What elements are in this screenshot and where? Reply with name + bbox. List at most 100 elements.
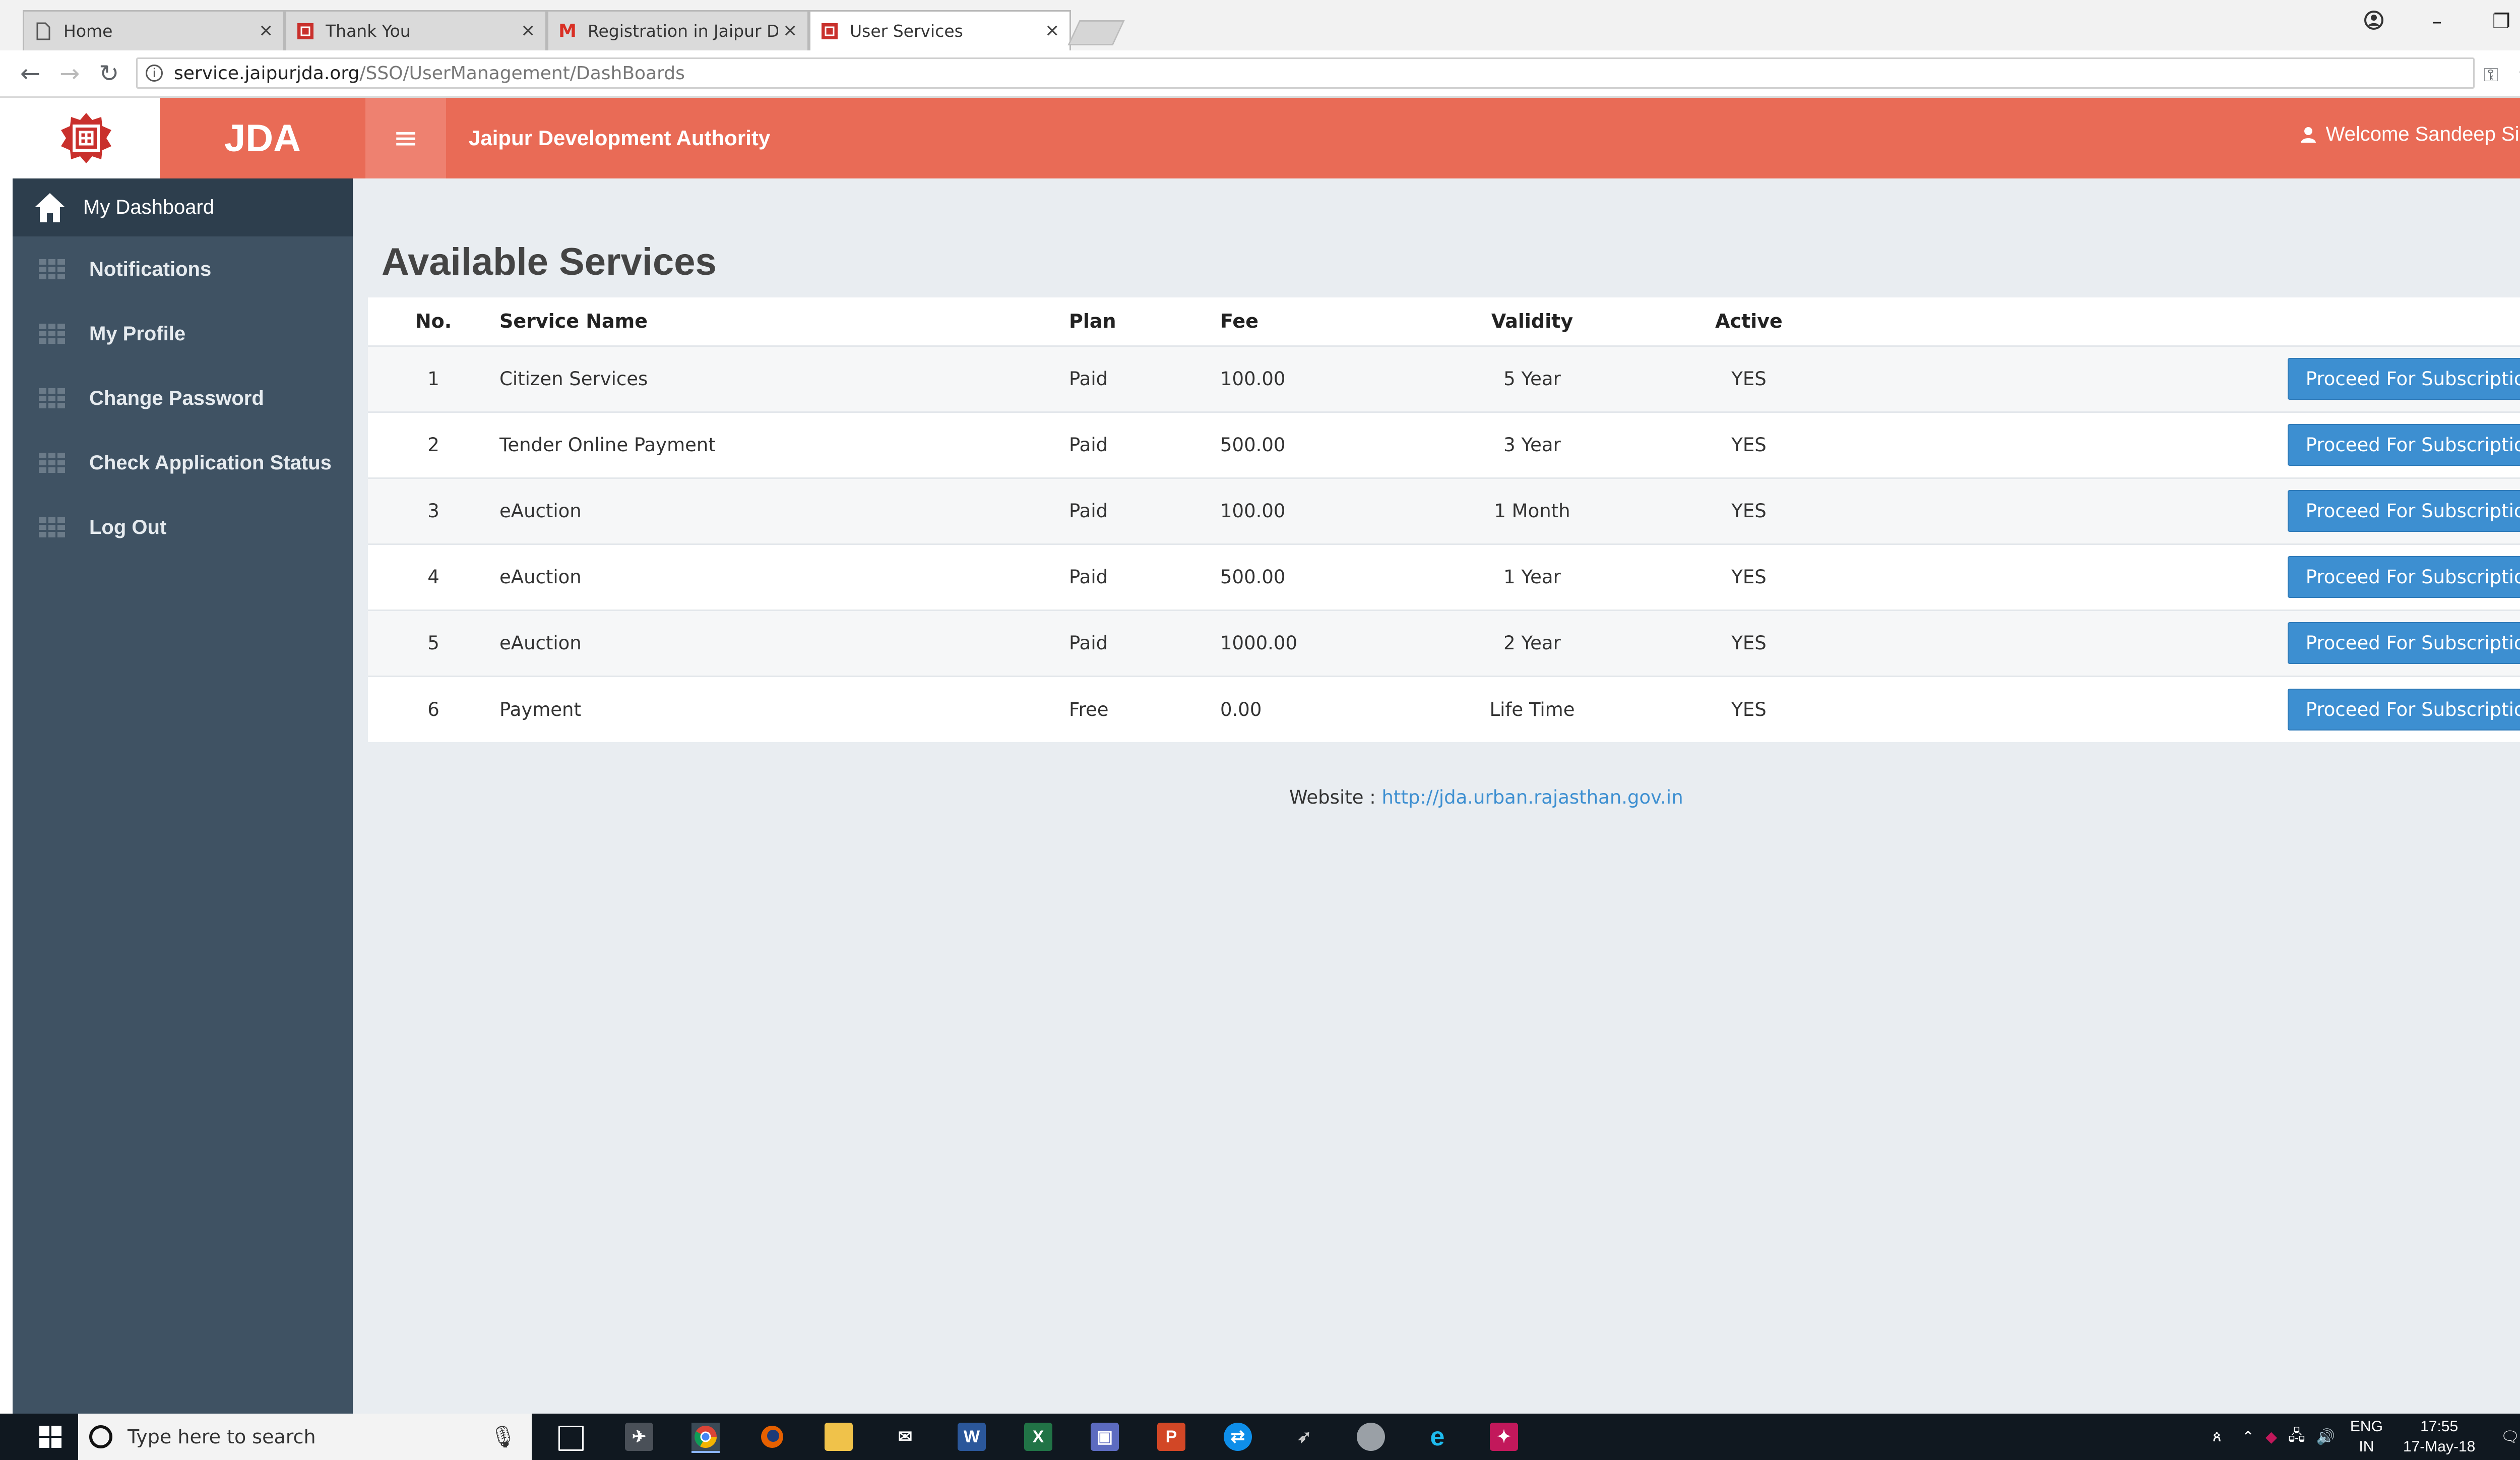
internet-explorer-icon[interactable]: e: [1423, 1422, 1452, 1451]
new-tab-button[interactable]: [1067, 20, 1125, 45]
sidebar-item-my-dashboard[interactable]: My Dashboard: [13, 178, 353, 236]
tab-home[interactable]: Home ✕: [23, 10, 285, 50]
key-icon[interactable]: ⚿: [2484, 64, 2498, 86]
table-header-row: No. Service Name Plan Fee Validity Activ…: [368, 297, 2520, 346]
proceed-for-subscription-button[interactable]: Proceed For Subscription: [2287, 622, 2520, 664]
close-tab-icon[interactable]: ✕: [1045, 21, 1060, 41]
people-icon[interactable]: ጰ: [2213, 1428, 2222, 1445]
firefox-icon[interactable]: [758, 1423, 786, 1451]
app-icon-4[interactable]: ✦: [1490, 1423, 1518, 1451]
hamburger-icon: ≡: [393, 120, 419, 156]
mail-icon[interactable]: ✉: [891, 1423, 919, 1451]
welcome-text: Welcome Sandeep Singh: [2325, 123, 2520, 145]
sidebar-item-label: Change Password: [89, 387, 264, 409]
tab-title: Registration in Jaipur De: [588, 21, 778, 41]
site-info-icon[interactable]: i: [146, 65, 163, 82]
grid-icon: [39, 517, 65, 537]
file-explorer-icon[interactable]: [825, 1423, 853, 1451]
tab-user-services[interactable]: User Services ✕: [809, 10, 1071, 50]
proceed-for-subscription-button[interactable]: Proceed For Subscription: [2287, 688, 2520, 731]
cell-fee: 100.00: [1220, 500, 1286, 522]
hamburger-menu-button[interactable]: ≡: [365, 98, 446, 178]
powerpoint-icon[interactable]: P: [1157, 1423, 1185, 1451]
sidebar-item-label: My Dashboard: [83, 196, 215, 218]
back-icon[interactable]: ←: [20, 59, 40, 88]
cell-service-name: Citizen Services: [499, 368, 648, 390]
sidebar-item-notifications[interactable]: Notifications: [13, 244, 353, 294]
services-table: No. Service Name Plan Fee Validity Activ…: [368, 297, 2520, 742]
sidebar: My Dashboard Notifications My Profile Ch…: [13, 178, 353, 1414]
sidebar-item-log-out[interactable]: Log Out: [13, 502, 353, 553]
forward-icon[interactable]: →: [59, 59, 80, 88]
url-host: service.jaipurjda.org: [174, 63, 360, 84]
chrome-icon[interactable]: [691, 1423, 720, 1453]
region: IN: [2359, 1438, 2374, 1455]
word-icon[interactable]: W: [958, 1423, 986, 1451]
task-view-icon[interactable]: [558, 1426, 584, 1451]
app-icon-2[interactable]: ➶: [1290, 1423, 1318, 1451]
notifications-icon[interactable]: 🗨: [2500, 1428, 2519, 1446]
tab-title: User Services: [850, 21, 963, 41]
proceed-for-subscription-button[interactable]: Proceed For Subscription: [2287, 358, 2520, 400]
column-header: Plan: [1069, 310, 1116, 333]
table-row: 6 Payment Free 0.00 Life Time YES Procee…: [368, 676, 2520, 742]
reload-icon[interactable]: ↻: [99, 59, 119, 88]
cell-service-name: Tender Online Payment: [499, 434, 716, 456]
cell-validity: 3 Year: [1503, 434, 1561, 456]
jda-logo[interactable]: [13, 98, 160, 178]
app-icon-1[interactable]: ✈: [625, 1423, 653, 1451]
tray-app-icon[interactable]: ◆: [2265, 1428, 2277, 1446]
proceed-for-subscription-button[interactable]: Proceed For Subscription: [2287, 490, 2520, 532]
excel-icon[interactable]: X: [1024, 1423, 1052, 1451]
network-icon[interactable]: 🖧: [2288, 1424, 2305, 1450]
profile-icon[interactable]: [2364, 10, 2384, 35]
user-menu[interactable]: Welcome Sandeep Singh ▼: [2300, 123, 2520, 146]
sidebar-item-check-application-status[interactable]: Check Application Status: [13, 438, 353, 488]
cell-no: 3: [427, 500, 439, 522]
language-indicator[interactable]: ENG IN: [2350, 1417, 2383, 1457]
cell-validity: 2 Year: [1503, 632, 1561, 654]
jda-logo-icon: [61, 113, 111, 163]
proceed-for-subscription-button[interactable]: Proceed For Subscription: [2287, 556, 2520, 598]
start-button[interactable]: [13, 1414, 88, 1460]
address-bar-row: ← → ↻ i service.jaipurjda.org/SSO/UserMa…: [0, 50, 2520, 98]
teamviewer-icon[interactable]: ⇄: [1224, 1423, 1252, 1451]
column-header: Fee: [1220, 310, 1258, 333]
minimize-icon[interactable]: –: [2432, 10, 2442, 33]
gmail-icon: M: [558, 21, 577, 41]
page-icon: [34, 22, 52, 40]
chevron-up-icon[interactable]: ⌃: [2242, 1428, 2254, 1446]
save-icon[interactable]: ▣: [1091, 1423, 1119, 1451]
sidebar-item-change-password[interactable]: Change Password: [13, 373, 353, 423]
clock[interactable]: 17:55 17-May-18: [2403, 1417, 2475, 1457]
microphone-icon[interactable]: 🎙: [490, 1424, 517, 1449]
proceed-for-subscription-button[interactable]: Proceed For Subscription: [2287, 424, 2520, 466]
url-field[interactable]: i service.jaipurjda.org/SSO/UserManageme…: [136, 57, 2475, 89]
cell-action: Proceed For Subscription: [1865, 610, 2520, 676]
cell-validity: Life Time: [1489, 698, 1575, 720]
tab-thank-you[interactable]: Thank You ✕: [285, 10, 547, 50]
cortana-icon: [89, 1425, 112, 1448]
app-icon-3[interactable]: [1357, 1423, 1385, 1451]
close-tab-icon[interactable]: ✕: [521, 21, 536, 41]
sidebar-item-label: Log Out: [89, 516, 167, 538]
tab-registration[interactable]: M Registration in Jaipur De ✕: [547, 10, 809, 50]
table-row: 1 Citizen Services Paid 100.00 5 Year YE…: [368, 346, 2520, 412]
website-link[interactable]: http://jda.urban.rajasthan.gov.in: [1381, 786, 1683, 808]
volume-icon[interactable]: 🔊: [2316, 1428, 2335, 1446]
cell-no: 2: [427, 434, 439, 456]
close-tab-icon[interactable]: ✕: [783, 21, 798, 41]
star-icon[interactable]: ☆: [2517, 62, 2520, 87]
cell-plan: Paid: [1069, 500, 1108, 522]
taskbar-search-field[interactable]: Type here to search 🎙: [78, 1414, 532, 1460]
close-tab-icon[interactable]: ✕: [259, 21, 274, 41]
sidebar-item-my-profile[interactable]: My Profile: [13, 309, 353, 359]
cell-fee: 100.00: [1220, 368, 1286, 390]
restore-icon[interactable]: ❐: [2492, 10, 2510, 33]
clock-date: 17-May-18: [2403, 1438, 2476, 1455]
cell-plan: Paid: [1069, 434, 1108, 456]
browser-tab-strip: Home ✕ Thank You ✕ M Registration in Jai…: [0, 0, 2520, 50]
cell-action: Proceed For Subscription: [1865, 412, 2520, 478]
tab-title: Home: [64, 21, 113, 41]
cell-action: Proceed For Subscription: [1865, 478, 2520, 544]
